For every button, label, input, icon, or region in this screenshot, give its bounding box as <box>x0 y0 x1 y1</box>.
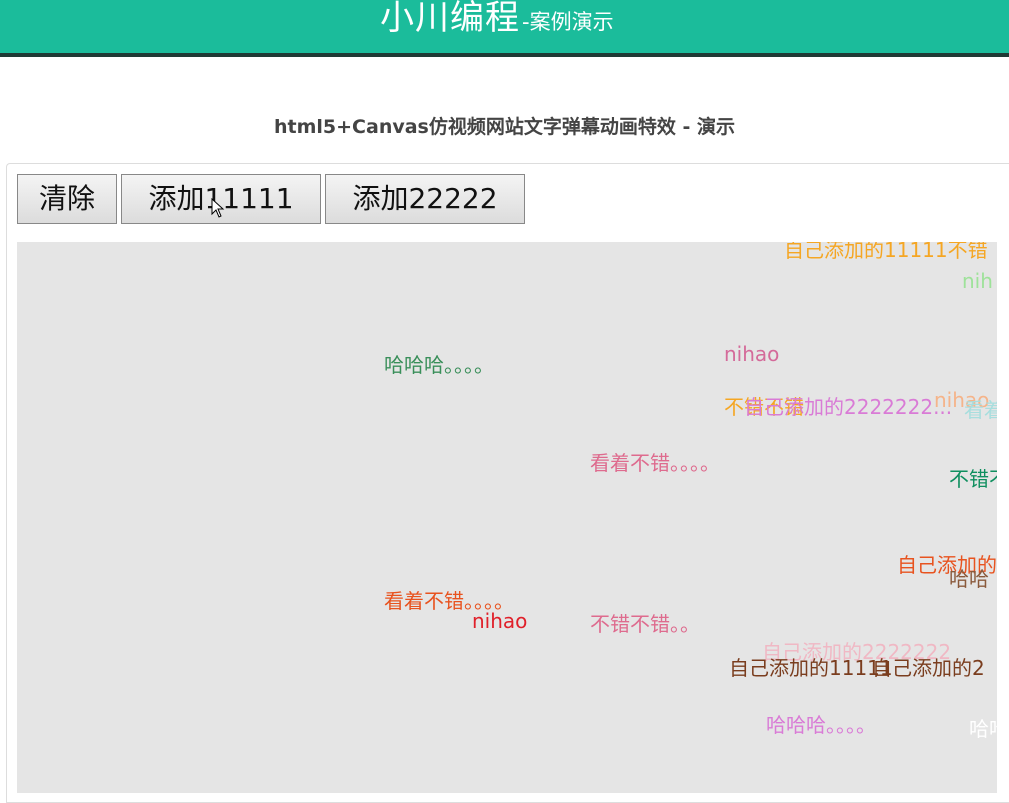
danmaku-canvas[interactable]: 自己添加的11111不错 nih nihao 哈哈哈。。。。 不错不错 自己添加… <box>17 242 997 793</box>
brand-subtitle: -案例演示 <box>522 10 614 34</box>
mouse-cursor-icon <box>211 198 225 218</box>
danmaku-comment: 自己添加的2 <box>872 656 985 680</box>
brand-name: 小川编程 <box>380 0 520 38</box>
danmaku-comment: 哈哈哈。。。。 <box>766 713 876 737</box>
danmaku-comment: 看着不错。。。。 <box>590 451 720 475</box>
danmaku-comment: 哈哈 <box>949 567 989 591</box>
danmaku-comment: 自己添加的2222222... <box>744 395 953 419</box>
danmaku-comment: 自己添加的11111 <box>729 656 893 680</box>
danmaku-comment: 哈哈哈。。。。 <box>384 353 494 377</box>
danmaku-comment: 不错不错。。 <box>590 612 700 636</box>
top-header-bar: 小川编程-案例演示 <box>0 0 1009 57</box>
danmaku-comment: 看着不错。。。。 <box>384 589 514 613</box>
add-22222-button[interactable]: 添加22222 <box>325 174 525 224</box>
danmaku-comment: nihao <box>724 342 780 366</box>
danmaku-comment: 不错不 <box>949 467 997 491</box>
brand-logo[interactable]: 小川编程-案例演示 <box>380 0 614 39</box>
danmaku-comment: nih <box>962 269 993 293</box>
danmaku-comment: nihao <box>472 609 528 633</box>
danmaku-comment: 哈哈 <box>969 717 997 741</box>
page-title: html5+Canvas仿视频网站文字弹幕动画特效 - 演示 <box>274 116 735 138</box>
danmaku-comment: 看着 <box>964 398 997 422</box>
clear-button[interactable]: 清除 <box>17 174 117 224</box>
danmaku-comment: 自己添加的11111不错 <box>784 242 988 262</box>
